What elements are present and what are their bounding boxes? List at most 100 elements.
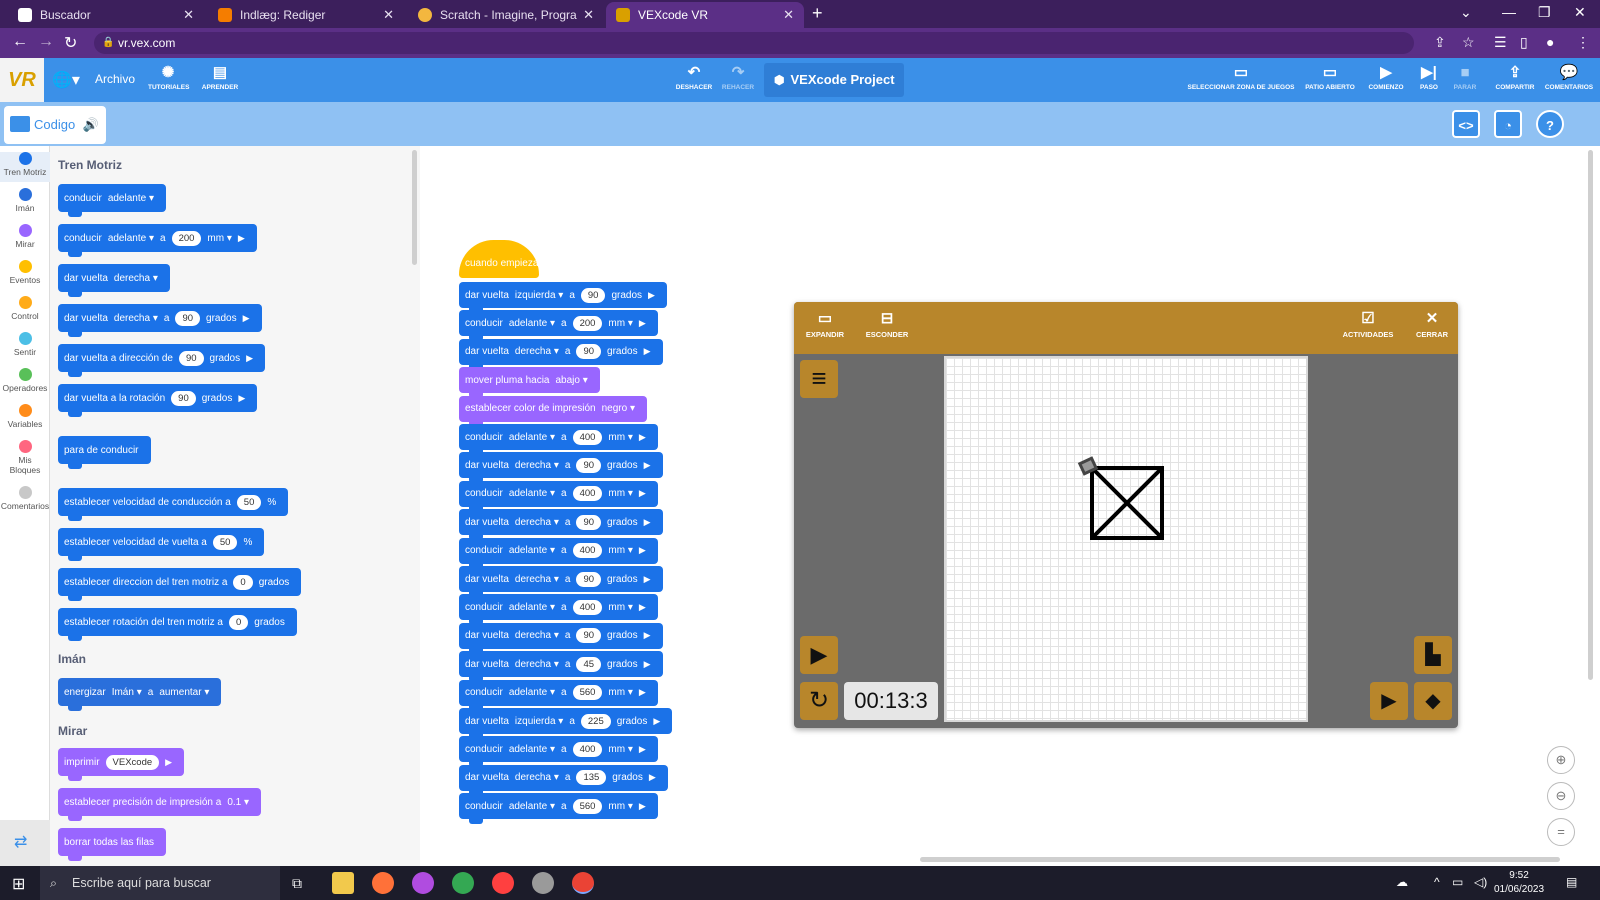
windows-start-icon[interactable]: ⊞ [12, 874, 25, 894]
zoom-reset-icon[interactable]: = [1547, 818, 1575, 846]
palette-block-para-de-conducir[interactable]: para de conducir [58, 436, 151, 469]
cerrar-button[interactable]: ✕ CERRAR [1414, 308, 1450, 339]
device-dropdown[interactable]: Imán [112, 687, 142, 698]
category-comentarios[interactable]: Comentarios [0, 486, 50, 511]
palette-block-precision[interactable]: establecer precisión de impresión a 0.1 [58, 788, 262, 821]
direction-dropdown[interactable]: adelante [108, 193, 154, 204]
script-block-turn[interactable]: dar vuelta derecha a 135 grados ▶ [459, 764, 668, 796]
category-mirar[interactable]: Mirar [0, 224, 50, 249]
script-block-turn[interactable]: dar vuelta izquierda a 90 grados ▶ [459, 282, 667, 313]
block-value-input[interactable]: 90 [576, 628, 602, 644]
block-value-input[interactable]: 400 [572, 486, 603, 502]
script-block-drive[interactable]: conducir adelante a 560 mm ▶ [459, 679, 658, 711]
script-block-turn[interactable]: dar vuelta derecha a 90 grados ▶ [459, 566, 663, 597]
precision-dropdown[interactable]: 0.1 [227, 797, 249, 808]
chrome-icon[interactable] [452, 872, 474, 894]
reading-list-icon[interactable]: ☰ [1494, 34, 1507, 51]
category-variables[interactable]: Variables [0, 404, 50, 429]
block-dropdown[interactable]: izquierda [515, 716, 563, 727]
extensions-button[interactable]: ⇄ [0, 820, 50, 866]
share-icon[interactable]: ⇪ [1434, 34, 1446, 51]
angle-input[interactable]: 90 [178, 350, 204, 366]
tray-chevron-icon[interactable]: ^ [1434, 875, 1440, 889]
app-icon[interactable] [532, 872, 554, 894]
palette-scrollbar[interactable] [412, 150, 417, 265]
category-mis-bloques[interactable]: Mis Bloques [0, 440, 50, 475]
camera-view-top-icon[interactable]: ▙ [1414, 636, 1452, 674]
zoom-out-icon[interactable]: ⊖ [1547, 782, 1575, 810]
browser-tab-indlaeg[interactable]: Indlæg: Rediger ✕ [208, 2, 404, 28]
browser-tab-scratch[interactable]: Scratch - Imagine, Program, Shar ✕ [408, 2, 604, 28]
block-value-input[interactable]: 90 [576, 514, 602, 530]
minimize-icon[interactable]: — [1502, 4, 1516, 20]
print-value-input[interactable]: VEXcode [105, 754, 160, 770]
vr-play-icon[interactable]: ▶ [800, 636, 838, 674]
speaker-icon[interactable]: 🔊 [83, 117, 99, 132]
velocity-input[interactable]: 50 [236, 494, 262, 510]
block-value-input[interactable]: 560 [572, 798, 603, 814]
block-dropdown[interactable]: derecha [515, 460, 559, 471]
block-unit[interactable]: mm [608, 545, 632, 556]
patio-abierto-button[interactable]: ▭ PATIO ABIERTO [1302, 62, 1358, 91]
workspace-vertical-scrollbar[interactable] [1588, 150, 1593, 680]
help-icon[interactable]: ? [1536, 110, 1564, 138]
profile-icon[interactable]: ● [1546, 34, 1554, 50]
block-value-input[interactable]: 400 [572, 543, 603, 559]
block-dropdown[interactable]: abajo [555, 375, 587, 386]
block-unit[interactable]: mm [608, 432, 632, 443]
block-dropdown[interactable]: adelante [509, 318, 555, 329]
browser-tab-buscador[interactable]: Buscador ✕ [8, 2, 204, 28]
unit-dropdown[interactable]: mm [207, 233, 231, 244]
script-block-drive[interactable]: conducir adelante a 200 mm ▶ [459, 310, 658, 342]
script-block-drive[interactable]: conducir adelante a 400 mm ▶ [459, 537, 658, 569]
palette-block-rotacion-tren[interactable]: establecer rotación del tren motriz a 0 … [58, 608, 297, 641]
block-unit[interactable]: mm [608, 488, 632, 499]
script-block-turn[interactable]: dar vuelta derecha a 90 grados ▶ [459, 452, 663, 484]
side-panel-icon[interactable]: ▯ [1520, 34, 1528, 51]
volume-icon[interactable]: ◁) [1474, 875, 1487, 889]
project-name-field[interactable]: ⬢ VEXcode Project [764, 63, 904, 97]
camera-aligned-icon[interactable]: ◆ [1414, 682, 1452, 720]
block-unit[interactable]: mm [608, 801, 632, 812]
actividades-button[interactable]: ☑ ACTIVIDADES [1340, 308, 1396, 339]
parar-button[interactable]: ■ PARAR [1450, 62, 1480, 91]
close-tab-icon[interactable]: ✕ [583, 7, 594, 23]
drop-app-icon[interactable] [412, 872, 434, 894]
block-dropdown[interactable]: adelante [509, 545, 555, 556]
block-unit[interactable]: mm [608, 602, 632, 613]
close-tab-icon[interactable]: ✕ [183, 7, 194, 23]
compartir-button[interactable]: ⇪ COMPARTIR [1492, 62, 1538, 91]
task-view-icon[interactable]: ⧉ [292, 875, 302, 892]
block-value-input[interactable]: 90 [580, 287, 606, 303]
palette-block-dar-vuelta[interactable]: dar vuelta derecha [58, 264, 170, 297]
script-block-turn[interactable]: dar vuelta izquierda a 225 grados ▶ [459, 708, 673, 739]
block-value-input[interactable]: 135 [576, 770, 607, 786]
archivo-menu[interactable]: Archivo [95, 72, 135, 86]
category-iman[interactable]: Imán [0, 188, 50, 213]
zoom-in-icon[interactable]: ⊕ [1547, 746, 1575, 774]
block-dropdown[interactable]: izquierda [515, 290, 563, 301]
workspace-horizontal-scrollbar[interactable] [920, 857, 1560, 862]
palette-block-energizar[interactable]: energizar Imán a aumentar [58, 678, 222, 711]
block-dropdown[interactable]: adelante [509, 687, 555, 698]
taskbar-search-box[interactable]: ⌕ Escribe aquí para buscar [40, 866, 280, 900]
block-dropdown[interactable]: adelante [509, 801, 555, 812]
distance-input[interactable]: 200 [171, 230, 202, 246]
category-sentir[interactable]: Sentir [0, 332, 50, 357]
category-control[interactable]: Control [0, 296, 50, 321]
tab-search-icon[interactable]: ⌄ [1460, 4, 1472, 21]
script-block-drive[interactable]: conducir adelante a 400 mm ▶ [459, 736, 658, 768]
block-value-input[interactable]: 90 [576, 457, 602, 473]
close-tab-icon[interactable]: ✕ [783, 7, 794, 23]
weather-icon[interactable]: ☁ [1396, 875, 1408, 889]
esconder-button[interactable]: ⊟ ESCONDER [864, 308, 910, 339]
angle-input[interactable]: 0 [233, 574, 253, 590]
block-unit[interactable]: mm [608, 744, 632, 755]
code-tab[interactable]: Codigo 🔊 [4, 106, 106, 144]
script-block-turn[interactable]: dar vuelta derecha a 90 grados ▶ [459, 622, 663, 654]
category-eventos[interactable]: Eventos [0, 260, 50, 285]
block-dropdown[interactable]: derecha [515, 630, 559, 641]
direction-dropdown[interactable]: adelante [108, 233, 154, 244]
expandir-button[interactable]: ▭ EXPANDIR [802, 308, 848, 339]
action-dropdown[interactable]: aumentar [159, 687, 209, 698]
